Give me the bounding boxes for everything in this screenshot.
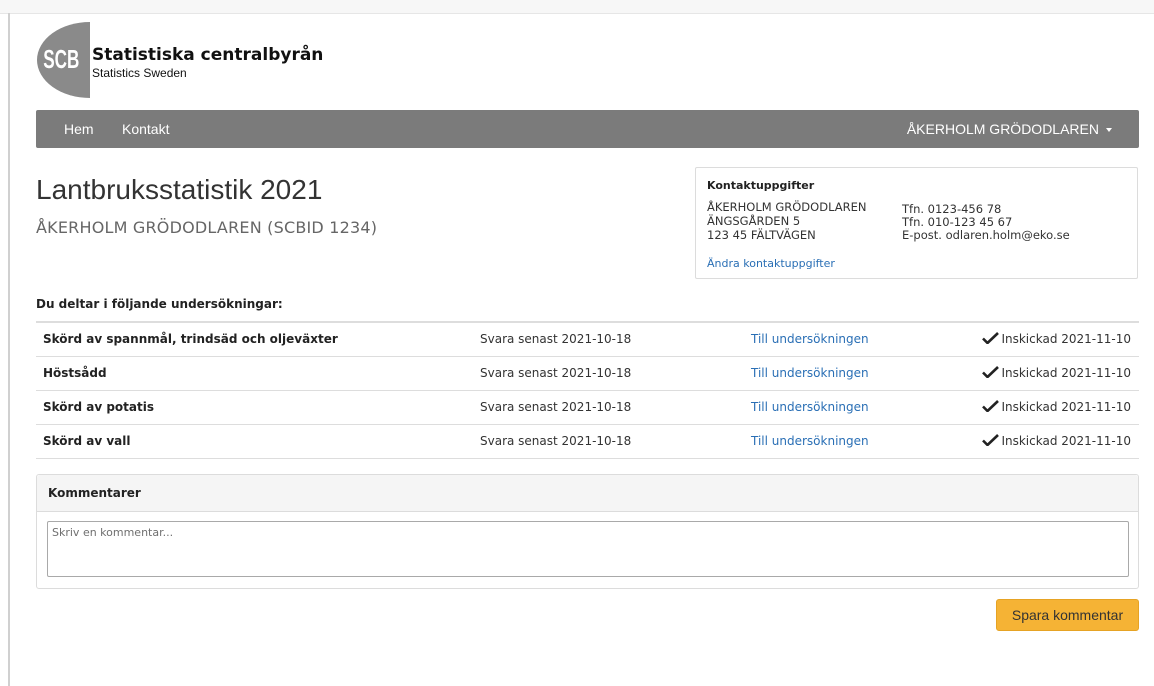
check-icon bbox=[982, 434, 1000, 446]
page-left-border bbox=[8, 13, 10, 686]
contact-address-line: ÅKERHOLM GRÖDODLAREN bbox=[707, 200, 867, 214]
survey-list: Skörd av spannmål, trindsäd och oljeväxt… bbox=[36, 321, 1139, 459]
user-menu-label: ÅKERHOLM GRÖDODLAREN bbox=[906, 121, 1099, 137]
survey-list-header: Du deltar i följande undersökningar: bbox=[36, 297, 283, 311]
comments-title: Kommentarer bbox=[48, 486, 141, 500]
survey-name: Höstsådd bbox=[43, 366, 107, 380]
survey-status: Inskickad 2021-11-10 bbox=[982, 332, 1131, 346]
survey-status-text: Inskickad 2021-11-10 bbox=[1001, 332, 1131, 346]
page-title: Lantbruksstatistik 2021 bbox=[36, 174, 323, 205]
nav-link-contact[interactable]: Kontakt bbox=[122, 121, 169, 137]
logo-mark-text: SCB bbox=[43, 44, 79, 73]
contact-email: E-post. odlaren.holm@eko.se bbox=[902, 228, 1070, 242]
edit-contact-link[interactable]: Ändra kontaktuppgifter bbox=[707, 257, 835, 270]
survey-row: Höstsådd Svara senast 2021-10-18 Till un… bbox=[36, 357, 1139, 391]
survey-row: Skörd av spannmål, trindsäd och oljeväxt… bbox=[36, 323, 1139, 357]
user-menu-toggle[interactable]: ÅKERHOLM GRÖDODLAREN bbox=[907, 121, 1112, 137]
contact-details: Tfn. 0123-456 78 Tfn. 010-123 45 67 E-po… bbox=[902, 203, 1070, 242]
survey-name: Skörd av potatis bbox=[43, 400, 154, 414]
survey-link[interactable]: Till undersökningen bbox=[751, 434, 869, 448]
contact-address: ÅKERHOLM GRÖDODLAREN ÄNGSGÅRDEN 5 123 45… bbox=[707, 200, 866, 242]
contact-address-line: ÄNGSGÅRDEN 5 bbox=[707, 214, 801, 228]
survey-name: Skörd av spannmål, trindsäd och oljeväxt… bbox=[43, 332, 338, 346]
logo[interactable]: SCB Statistiska centralbyrån Statistics … bbox=[37, 22, 337, 98]
comments-panel: Kommentarer bbox=[36, 474, 1139, 589]
survey-row: Skörd av potatis Svara senast 2021-10-18… bbox=[36, 391, 1139, 425]
survey-status: Inskickad 2021-11-10 bbox=[982, 434, 1131, 448]
survey-status-text: Inskickad 2021-11-10 bbox=[1001, 434, 1131, 448]
browser-top-strip bbox=[0, 0, 1154, 14]
scb-logo-icon: SCB bbox=[37, 22, 90, 98]
survey-deadline: Svara senast 2021-10-18 bbox=[480, 434, 632, 448]
comments-panel-header: Kommentarer bbox=[37, 475, 1138, 512]
check-icon bbox=[982, 332, 1000, 344]
comment-input[interactable] bbox=[47, 521, 1129, 577]
survey-status-text: Inskickad 2021-11-10 bbox=[1001, 400, 1131, 414]
contact-address-line: 123 45 FÄLTVÄGEN bbox=[707, 228, 816, 242]
check-icon bbox=[982, 366, 1000, 378]
caret-down-icon bbox=[1106, 128, 1112, 133]
navbar: Hem Kontakt ÅKERHOLM GRÖDODLAREN bbox=[36, 110, 1139, 148]
save-comment-button[interactable]: Spara kommentar bbox=[996, 599, 1139, 631]
survey-status: Inskickad 2021-11-10 bbox=[982, 366, 1131, 380]
survey-status-text: Inskickad 2021-11-10 bbox=[1001, 366, 1131, 380]
logo-title: Statistiska centralbyrån bbox=[92, 45, 324, 65]
survey-link[interactable]: Till undersökningen bbox=[751, 400, 869, 414]
survey-name: Skörd av vall bbox=[43, 434, 131, 448]
survey-deadline: Svara senast 2021-10-18 bbox=[480, 332, 632, 346]
survey-deadline: Svara senast 2021-10-18 bbox=[480, 366, 632, 380]
survey-row: Skörd av vall Svara senast 2021-10-18 Ti… bbox=[36, 425, 1139, 459]
survey-deadline: Svara senast 2021-10-18 bbox=[480, 400, 632, 414]
contact-card-title: Kontaktuppgifter bbox=[707, 179, 815, 192]
check-icon bbox=[982, 400, 1000, 412]
logo-subtitle: Statistics Sweden bbox=[92, 66, 187, 80]
survey-link[interactable]: Till undersökningen bbox=[751, 332, 869, 346]
page-subtitle: ÅKERHOLM GRÖDODLAREN (SCBID 1234) bbox=[36, 218, 378, 237]
nav-link-home[interactable]: Hem bbox=[64, 121, 94, 137]
survey-status: Inskickad 2021-11-10 bbox=[982, 400, 1131, 414]
survey-link[interactable]: Till undersökningen bbox=[751, 366, 869, 380]
contact-card: Kontaktuppgifter ÅKERHOLM GRÖDODLAREN ÄN… bbox=[695, 167, 1138, 279]
